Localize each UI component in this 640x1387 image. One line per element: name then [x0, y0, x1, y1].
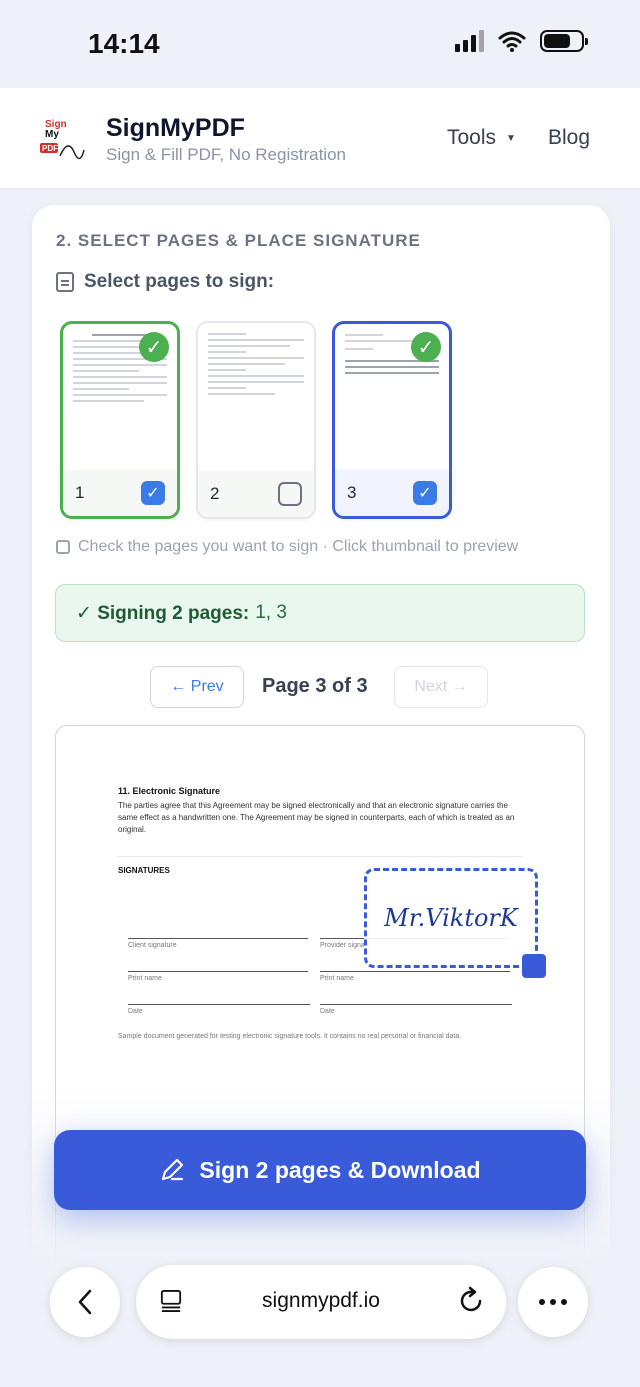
page-indicator: Page 3 of 3 — [262, 675, 368, 697]
provider-print-name-label: Print name — [320, 975, 354, 982]
doc-signatures-title: SIGNATURES — [118, 866, 170, 875]
provider-date-label: Date — [320, 1008, 335, 1015]
sign-and-download-button[interactable]: Sign 2 pages & Download — [54, 1130, 586, 1210]
battery-icon — [540, 30, 588, 52]
client-print-name-line — [128, 971, 308, 972]
page-thumbnails: ✓ 1 ✓ 2 ✓ 3 ✓ — [60, 321, 452, 519]
selected-check-icon: ✓ — [139, 332, 169, 362]
brand-tagline: Sign & Fill PDF, No Registration — [106, 145, 346, 164]
doc-divider — [118, 856, 522, 857]
provider-signature-label: Provider signa — [320, 942, 365, 949]
page-number: 1 — [75, 483, 85, 502]
thumbnail-footer: 3 ✓ — [335, 470, 449, 516]
status-icons — [455, 30, 588, 52]
client-print-name-label: Print name — [128, 975, 162, 982]
more-dots-icon — [539, 1299, 567, 1305]
cellular-signal-icon — [455, 30, 484, 52]
nav-blog-link[interactable]: Blog — [548, 126, 590, 150]
back-button[interactable] — [50, 1267, 120, 1337]
nav-tools-label: Tools — [447, 126, 497, 149]
signing-pages: 1, 3 — [255, 602, 287, 623]
signing-summary: ✓ Signing 2 pages: 1, 3 — [55, 584, 585, 642]
page-thumbnail-2[interactable]: 2 — [196, 321, 316, 519]
site-header: Sign My PDF SignMyPDF Sign & Fill PDF, N… — [0, 88, 640, 188]
provider-print-name-line — [320, 971, 510, 972]
client-date-label: Date — [128, 1008, 143, 1015]
address-bar[interactable]: signmypdf.io — [136, 1265, 506, 1339]
reload-icon[interactable] — [458, 1285, 486, 1315]
provider-date-line — [320, 1004, 512, 1005]
client-signature-line — [128, 938, 308, 939]
svg-text:My: My — [45, 129, 59, 140]
browser-toolbar: signmypdf.io — [0, 1255, 640, 1387]
more-options-button[interactable] — [518, 1267, 588, 1337]
page-checkbox-3[interactable]: ✓ — [413, 481, 437, 505]
hint-text: Check the pages you want to sign · Click… — [78, 538, 519, 555]
select-pages-text: Select pages to sign: — [84, 271, 275, 292]
thumbnail-footer: 1 ✓ — [63, 470, 177, 516]
client-signature-label: Client signature — [128, 942, 177, 949]
pen-icon — [162, 1158, 184, 1181]
url-text: signmypdf.io — [262, 1289, 380, 1312]
thumbnail-footer: 2 — [198, 471, 314, 517]
page-checkbox-2[interactable] — [278, 482, 302, 506]
chevron-left-icon — [78, 1289, 92, 1315]
client-date-line — [128, 1004, 310, 1005]
document-icon — [56, 272, 74, 292]
placed-signature[interactable]: Mr.ViktorK — [364, 868, 538, 968]
page-thumbnail-3[interactable]: ✓ 3 ✓ — [332, 321, 452, 519]
checkbox-icon — [56, 540, 70, 554]
prev-page-button[interactable]: ← Prev — [150, 666, 244, 708]
signmypdf-logo-icon[interactable]: Sign My PDF — [40, 116, 86, 162]
step-title: 2. SELECT PAGES & PLACE SIGNATURE — [56, 231, 421, 250]
page-pager: ← Prev Page 3 of 3 Next → — [150, 666, 490, 708]
page-checkbox-1[interactable]: ✓ — [141, 481, 165, 505]
caret-down-icon: ▼ — [506, 132, 516, 144]
nav-tools-menu[interactable]: Tools ▼ — [447, 126, 516, 150]
brand-name[interactable]: SignMyPDF — [106, 114, 245, 143]
doc-footer: Sample document generated for testing el… — [118, 1033, 462, 1040]
svg-text:PDF: PDF — [42, 144, 58, 153]
page-number: 3 — [347, 483, 357, 502]
page-thumbnail-1[interactable]: ✓ 1 ✓ — [60, 321, 180, 519]
select-pages-label: Select pages to sign: — [56, 271, 274, 293]
signature-text: Mr.ViktorK — [384, 904, 518, 932]
signing-label: ✓ Signing 2 pages: — [76, 602, 250, 624]
sign-and-download-label: Sign 2 pages & Download — [199, 1156, 481, 1183]
wifi-icon — [498, 31, 526, 52]
selected-check-icon: ✓ — [411, 332, 441, 362]
status-time: 14:14 — [88, 28, 160, 59]
page-number: 2 — [210, 484, 220, 503]
doc-paragraph: The parties agree that this Agreement ma… — [118, 801, 515, 834]
status-bar: 14:14 — [0, 0, 640, 88]
next-page-button[interactable]: Next → — [394, 666, 488, 708]
doc-section-heading: 11. Electronic Signature — [118, 786, 221, 796]
thumbnail-page-content — [208, 333, 304, 467]
select-hint: Check the pages you want to sign · Click… — [56, 538, 518, 556]
signature-resize-handle[interactable] — [522, 954, 546, 978]
